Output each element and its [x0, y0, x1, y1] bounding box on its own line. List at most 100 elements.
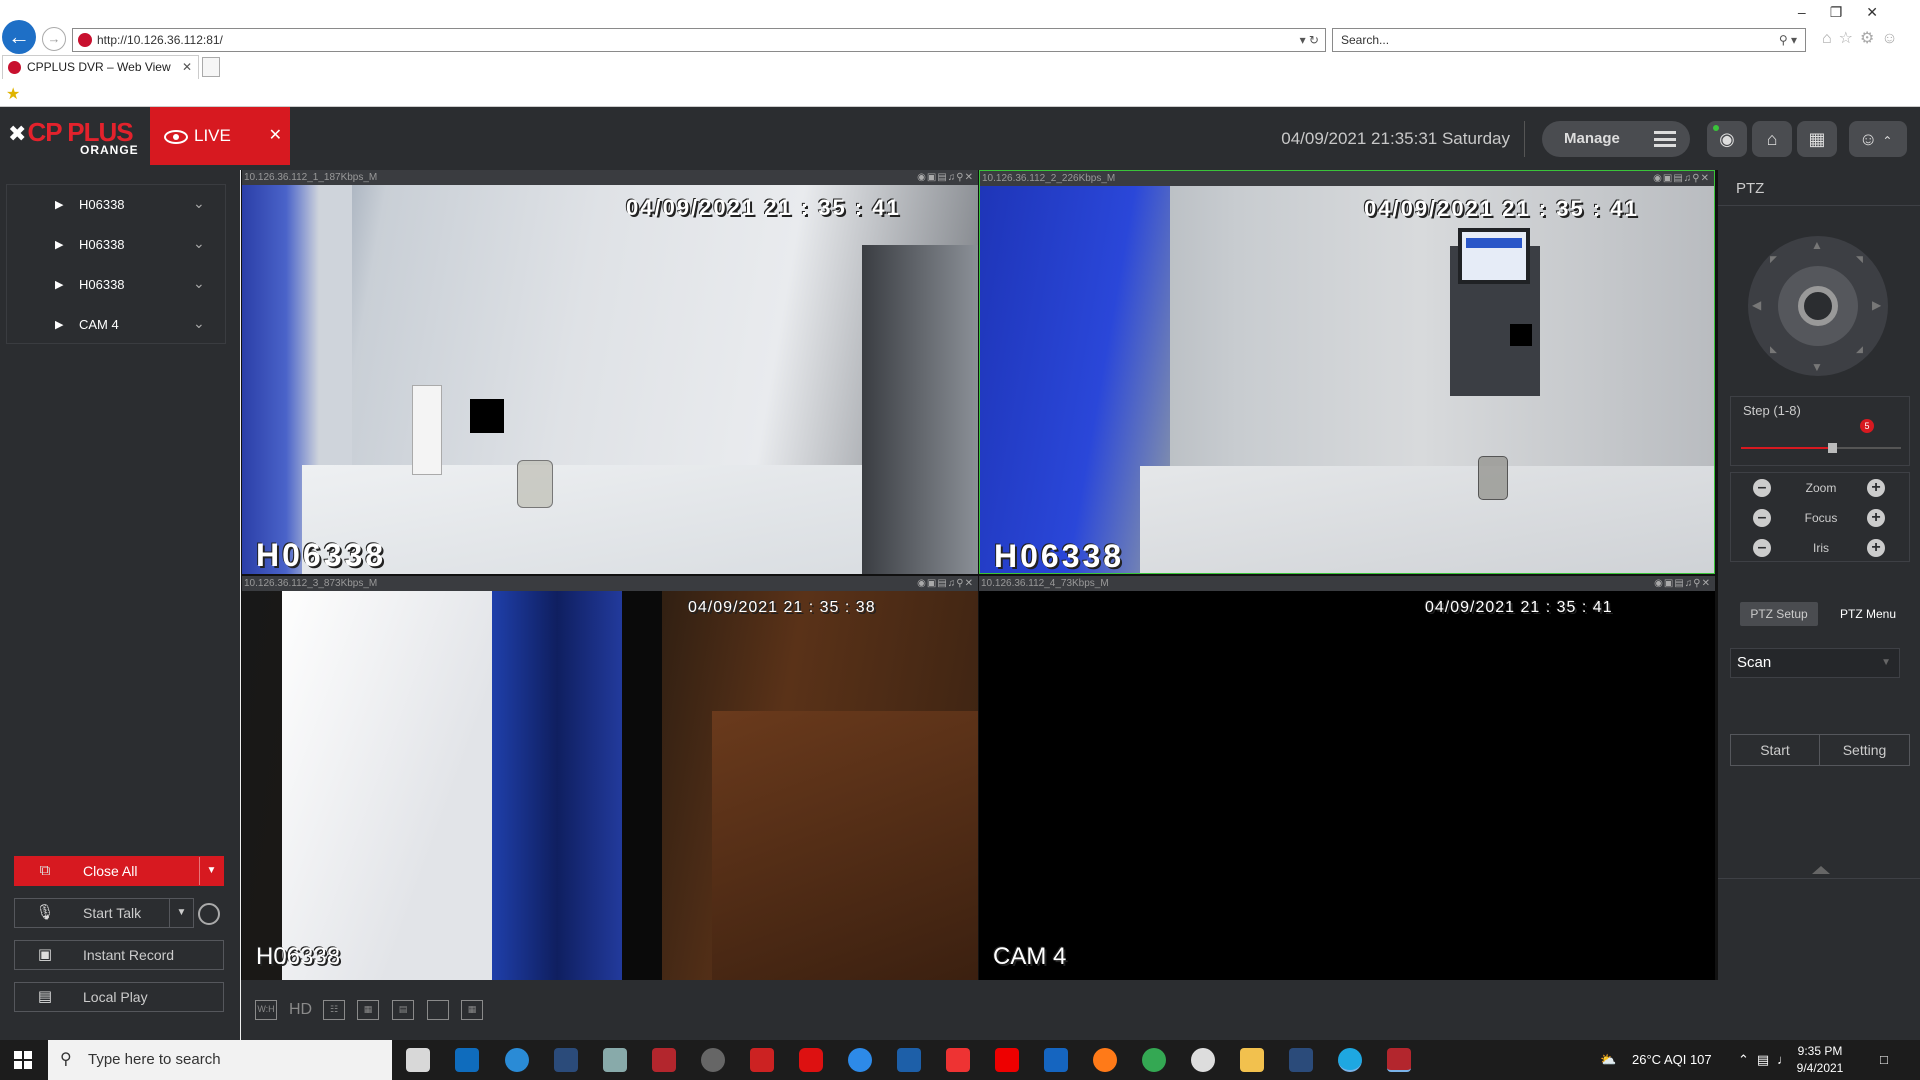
- chevron-down-icon[interactable]: ⌄: [193, 303, 205, 343]
- search-icon[interactable]: ⚲ ▾: [1779, 29, 1797, 51]
- address-bar[interactable]: http://10.126.36.112:81/ ▾ ↻: [72, 28, 1326, 52]
- app-window-icon[interactable]: [897, 1048, 921, 1072]
- app-dvr-client-2-icon[interactable]: [1387, 1048, 1411, 1072]
- tree-item-channel-1[interactable]: ▶ H06338 ⌄: [7, 185, 227, 225]
- file-explorer-icon[interactable]: [1240, 1048, 1264, 1072]
- app-dvr-client-icon[interactable]: [652, 1048, 676, 1072]
- joystick-core[interactable]: [1798, 286, 1838, 326]
- app-blue-square-icon[interactable]: [1044, 1048, 1068, 1072]
- expand-icon[interactable]: ▶: [55, 265, 63, 305]
- firefox-icon[interactable]: [1093, 1048, 1117, 1072]
- taskbar-clock[interactable]: 9:35 PM 9/4/2021: [1780, 1043, 1860, 1077]
- notifications-icon[interactable]: □: [1880, 1040, 1888, 1080]
- favorites-star-icon[interactable]: ★: [6, 84, 20, 104]
- app-eye-icon[interactable]: [1191, 1048, 1215, 1072]
- chevron-down-icon[interactable]: ⌄: [193, 183, 205, 223]
- app-m-icon[interactable]: [995, 1048, 1019, 1072]
- browser-search-input[interactable]: Search... ⚲ ▾: [1332, 28, 1806, 52]
- home-button[interactable]: ⌂: [1752, 121, 1792, 157]
- single-view-icon[interactable]: [427, 1000, 449, 1020]
- app-settings-icon[interactable]: [701, 1048, 725, 1072]
- setting-button[interactable]: Setting: [1820, 735, 1909, 765]
- close-live-icon[interactable]: ✕: [269, 107, 282, 165]
- local-play-button[interactable]: ▤ Local Play: [14, 982, 224, 1012]
- chevron-down-icon[interactable]: ⌄: [193, 263, 205, 303]
- window-controls[interactable]: –❐✕: [1798, 4, 1902, 21]
- quad-view-icon[interactable]: ▦: [461, 1000, 483, 1020]
- close-all-button[interactable]: ⧉ Close All ▼: [14, 856, 224, 886]
- arrow-up-left-icon[interactable]: ◤: [1770, 254, 1777, 265]
- teamviewer-icon[interactable]: [848, 1048, 872, 1072]
- internet-explorer-icon[interactable]: [1338, 1048, 1362, 1072]
- ptz-function-select[interactable]: Scan ▼: [1730, 648, 1900, 678]
- chrome-icon[interactable]: [1142, 1048, 1166, 1072]
- talk-record-indicator-icon[interactable]: [198, 903, 220, 925]
- app-cloud-icon[interactable]: [603, 1048, 627, 1072]
- iris-open-icon[interactable]: +: [1867, 539, 1885, 557]
- tree-item-channel-4[interactable]: ▶ CAM 4 ⌄: [7, 305, 227, 345]
- instant-record-button[interactable]: ▣ Instant Record: [14, 940, 224, 970]
- forward-icon[interactable]: →: [42, 27, 66, 51]
- arrow-left-icon[interactable]: ◀: [1752, 298, 1761, 312]
- qr-code-button[interactable]: ▦: [1797, 121, 1837, 157]
- arrow-down-left-icon[interactable]: ◣: [1770, 344, 1777, 355]
- close-all-dropdown-icon[interactable]: ▼: [199, 857, 223, 885]
- app-red-icon[interactable]: [750, 1048, 774, 1072]
- focus-far-icon[interactable]: +: [1867, 509, 1885, 527]
- new-tab-button[interactable]: [202, 57, 220, 77]
- fit-window-icon[interactable]: ▦: [357, 1000, 379, 1020]
- expand-icon[interactable]: ▶: [55, 225, 63, 265]
- video-cell-1[interactable]: 10.126.36.112_1_187Kbps_M ◉▣▤♫⚲✕ 04/09/2…: [242, 170, 978, 574]
- video-cell-4[interactable]: 10.126.36.112_4_73Kbps_M ◉▣▤♫⚲✕ 04/09/20…: [979, 576, 1715, 980]
- hd-button[interactable]: HD: [289, 1000, 312, 1020]
- start-talk-button[interactable]: 🎙 Start Talk ▼: [14, 898, 194, 928]
- aspect-ratio-button[interactable]: W:H: [255, 1000, 277, 1020]
- tab-ptz-menu[interactable]: PTZ Menu: [1826, 602, 1910, 626]
- cell-controls-icons[interactable]: ◉▣▤♫⚲✕: [917, 576, 974, 591]
- tab-live[interactable]: LIVE ✕: [150, 107, 290, 165]
- arrow-down-icon[interactable]: ▼: [1811, 360, 1823, 374]
- outlook-icon[interactable]: [455, 1048, 479, 1072]
- manage-button[interactable]: Manage: [1542, 121, 1690, 157]
- anydesk-icon[interactable]: [946, 1048, 970, 1072]
- arrow-up-right-icon[interactable]: ◥: [1856, 254, 1863, 265]
- step-slider[interactable]: [1741, 443, 1901, 453]
- browser-tools-icons[interactable]: ⌂☆⚙☺: [1822, 28, 1905, 48]
- windows-start-icon[interactable]: [14, 1051, 32, 1069]
- app-tally-icon[interactable]: [554, 1048, 578, 1072]
- cell-controls-icons[interactable]: ◉▣▤♫⚲✕: [1653, 171, 1710, 186]
- expand-icon[interactable]: ▶: [55, 305, 63, 345]
- cell-controls-icons[interactable]: ◉▣▤♫⚲✕: [917, 170, 974, 185]
- arrow-right-icon[interactable]: ▶: [1872, 298, 1881, 312]
- zoom-in-icon[interactable]: +: [1867, 479, 1885, 497]
- arrow-up-icon[interactable]: ▲: [1811, 238, 1823, 252]
- live-view-button[interactable]: ◉: [1707, 121, 1747, 157]
- back-icon[interactable]: ←: [2, 20, 36, 54]
- weather-icon[interactable]: ⛅: [1600, 1040, 1616, 1080]
- arrow-down-right-icon[interactable]: ◢: [1856, 344, 1863, 355]
- user-menu-button[interactable]: ☺ ⌃: [1849, 121, 1907, 157]
- refresh-icon[interactable]: ▾ ↻: [1300, 29, 1319, 51]
- layout-strip-icon[interactable]: ▤: [392, 1000, 414, 1020]
- taskbar-search-input[interactable]: ⚲ Type here to search: [48, 1040, 392, 1080]
- cell-controls-icons[interactable]: ◉▣▤♫⚲✕: [1654, 576, 1711, 591]
- talk-dropdown-icon[interactable]: ▼: [169, 899, 193, 927]
- stretch-icon[interactable]: ☷: [323, 1000, 345, 1020]
- app-tally-2-icon[interactable]: [1289, 1048, 1313, 1072]
- video-cell-2[interactable]: 10.126.36.112_2_226Kbps_M ◉▣▤♫⚲✕ 04/09/2…: [979, 170, 1715, 574]
- tree-item-channel-3[interactable]: ▶ H06338 ⌄: [7, 265, 227, 305]
- app-hex-icon[interactable]: [799, 1048, 823, 1072]
- expand-icon[interactable]: ▶: [55, 185, 63, 225]
- phone-app-icon[interactable]: [505, 1048, 529, 1072]
- close-tab-icon[interactable]: ✕: [182, 56, 192, 78]
- browser-tab[interactable]: CPPLUS DVR – Web View ✕: [2, 55, 199, 79]
- step-slider-handle[interactable]: [1828, 443, 1837, 453]
- app-security-icon[interactable]: [406, 1048, 430, 1072]
- tab-ptz-setup[interactable]: PTZ Setup: [1740, 602, 1818, 626]
- collapse-arrow-icon[interactable]: [1812, 866, 1830, 874]
- ptz-joystick[interactable]: ▲ ▼ ◀ ▶ ◤ ◥ ◣ ◢: [1748, 236, 1888, 376]
- tree-item-channel-2[interactable]: ▶ H06338 ⌄: [7, 225, 227, 265]
- start-button[interactable]: Start: [1731, 735, 1820, 765]
- video-cell-3[interactable]: 10.126.36.112_3_873Kbps_M ◉▣▤♫⚲✕ 04/09/2…: [242, 576, 978, 980]
- chevron-down-icon[interactable]: ⌄: [193, 223, 205, 263]
